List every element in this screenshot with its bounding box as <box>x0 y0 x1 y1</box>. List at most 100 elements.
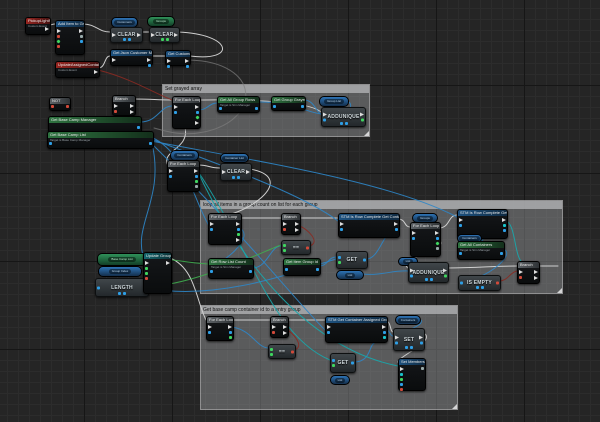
output-pins[interactable] <box>351 362 354 365</box>
node-not[interactable]: NOT <box>49 97 71 111</box>
exec-pin[interactable] <box>195 105 199 109</box>
array-pin[interactable] <box>210 228 213 231</box>
node-get-array-2[interactable]: GET <box>330 353 356 373</box>
completed-pin[interactable] <box>236 238 240 242</box>
input-pins[interactable] <box>210 222 214 231</box>
var-get-group-list[interactable]: Group List <box>319 96 349 107</box>
input-pins[interactable] <box>272 325 276 334</box>
condition-pin[interactable] <box>114 110 117 113</box>
target-pin[interactable] <box>273 105 276 108</box>
node-foreach-4[interactable]: For Each Loop <box>206 316 234 341</box>
output-pins[interactable] <box>363 259 366 262</box>
output-pins[interactable] <box>502 218 506 232</box>
output-pins[interactable] <box>246 170 250 174</box>
condition-pin[interactable] <box>283 228 286 231</box>
node-stm-get-container-assigned-group[interactable]: STM Get Container Assigned Group <box>325 316 388 343</box>
exec-pin[interactable] <box>174 105 178 109</box>
exec-pin[interactable] <box>534 270 538 274</box>
object-pin[interactable] <box>459 224 462 227</box>
completed-pin[interactable] <box>195 185 198 188</box>
exec-pin[interactable] <box>137 33 141 37</box>
int-pin[interactable] <box>400 378 403 381</box>
input-pins[interactable] <box>400 367 404 391</box>
object-pin[interactable] <box>383 331 386 334</box>
index-pin[interactable] <box>237 233 240 236</box>
exec-pin[interactable] <box>443 268 447 272</box>
array-pin[interactable] <box>174 111 177 114</box>
output-pins[interactable] <box>130 104 134 114</box>
exec-pin[interactable] <box>272 325 276 329</box>
element-pin[interactable] <box>436 237 439 240</box>
node-clear-array-2[interactable]: CLEAR <box>149 27 180 43</box>
input-pins[interactable] <box>327 325 331 334</box>
input-pins[interactable] <box>332 359 335 367</box>
output-pins[interactable] <box>137 33 141 37</box>
input-pins[interactable] <box>112 33 116 37</box>
array-pin[interactable] <box>128 38 131 41</box>
exec-pin[interactable] <box>295 222 299 226</box>
array-pin[interactable] <box>149 142 152 145</box>
input-pins[interactable] <box>283 244 286 252</box>
input-pins[interactable] <box>340 222 344 231</box>
output-pins[interactable] <box>137 126 140 129</box>
output-pins[interactable] <box>255 107 258 110</box>
exec-pin[interactable] <box>112 58 116 62</box>
node-stm-is-row-complete-get-containers[interactable]: STM Is Row Complete Get Containers <box>338 213 400 238</box>
node-addunique-1[interactable]: ADDUNIQUE <box>321 107 366 127</box>
exec-pin[interactable] <box>208 325 212 329</box>
output-pins[interactable] <box>360 113 364 122</box>
output-pins[interactable] <box>500 252 503 255</box>
output-pins[interactable] <box>394 222 398 231</box>
object-pin[interactable] <box>400 383 403 386</box>
exec-pin[interactable] <box>419 335 423 339</box>
input-pins[interactable] <box>51 105 54 108</box>
node-length[interactable]: LENGTH <box>95 278 149 297</box>
index-pin[interactable] <box>361 119 364 122</box>
bool-pin[interactable] <box>66 105 69 108</box>
condition-pin[interactable] <box>519 276 522 279</box>
input-pins[interactable] <box>219 107 222 110</box>
node-add-item-to-group-list[interactable]: Add Item to Group List <box>55 20 85 55</box>
value-pin[interactable] <box>420 341 423 344</box>
bool-pin[interactable] <box>57 45 60 48</box>
var-get-container-list[interactable]: Container List <box>220 153 249 163</box>
exec-pin[interactable] <box>130 104 134 108</box>
output-pins[interactable] <box>316 268 319 271</box>
input-pins[interactable] <box>210 270 213 273</box>
array-pin[interactable] <box>425 278 428 281</box>
output-pins[interactable] <box>534 270 538 280</box>
array-pins[interactable] <box>425 278 433 281</box>
exec-pin[interactable] <box>459 218 463 222</box>
node-branch-3[interactable]: Branch <box>517 261 540 284</box>
object-pin[interactable] <box>80 40 83 43</box>
exec-pin[interactable] <box>340 222 344 226</box>
array-pin[interactable] <box>323 119 326 122</box>
node-equal-1[interactable]: == <box>281 240 311 255</box>
bool-pin[interactable] <box>291 350 294 353</box>
array-pin[interactable] <box>410 274 413 277</box>
output-pins[interactable] <box>147 58 151 67</box>
object-pin[interactable] <box>327 331 330 334</box>
exec-pin[interactable] <box>502 218 506 222</box>
index-pin[interactable] <box>435 241 439 245</box>
array-pins[interactable] <box>340 122 348 125</box>
input-pins[interactable] <box>459 252 462 255</box>
node-branch-1[interactable]: Branch <box>112 95 136 116</box>
output-pins[interactable] <box>421 367 424 370</box>
output-pins[interactable] <box>301 105 304 108</box>
exec-pin[interactable] <box>519 270 523 274</box>
node-addunique-2[interactable]: ADDUNIQUE <box>408 262 449 283</box>
object-pin[interactable] <box>316 268 319 271</box>
exec-pin[interactable] <box>145 261 149 265</box>
output-pins[interactable] <box>166 261 170 265</box>
exec-pin[interactable] <box>283 325 287 329</box>
output-pins[interactable] <box>295 222 299 232</box>
index-pin[interactable] <box>195 115 199 119</box>
node-update-group-row[interactable]: Update Group Row <box>143 252 172 294</box>
exec-pin[interactable] <box>246 170 250 174</box>
node-get-item-group-id[interactable]: Get Item Group Id <box>283 258 321 276</box>
input-pins[interactable] <box>338 256 341 264</box>
array-pin[interactable] <box>340 122 343 125</box>
node-branch-2[interactable]: Branch <box>281 213 301 235</box>
input-pins[interactable] <box>151 33 155 37</box>
